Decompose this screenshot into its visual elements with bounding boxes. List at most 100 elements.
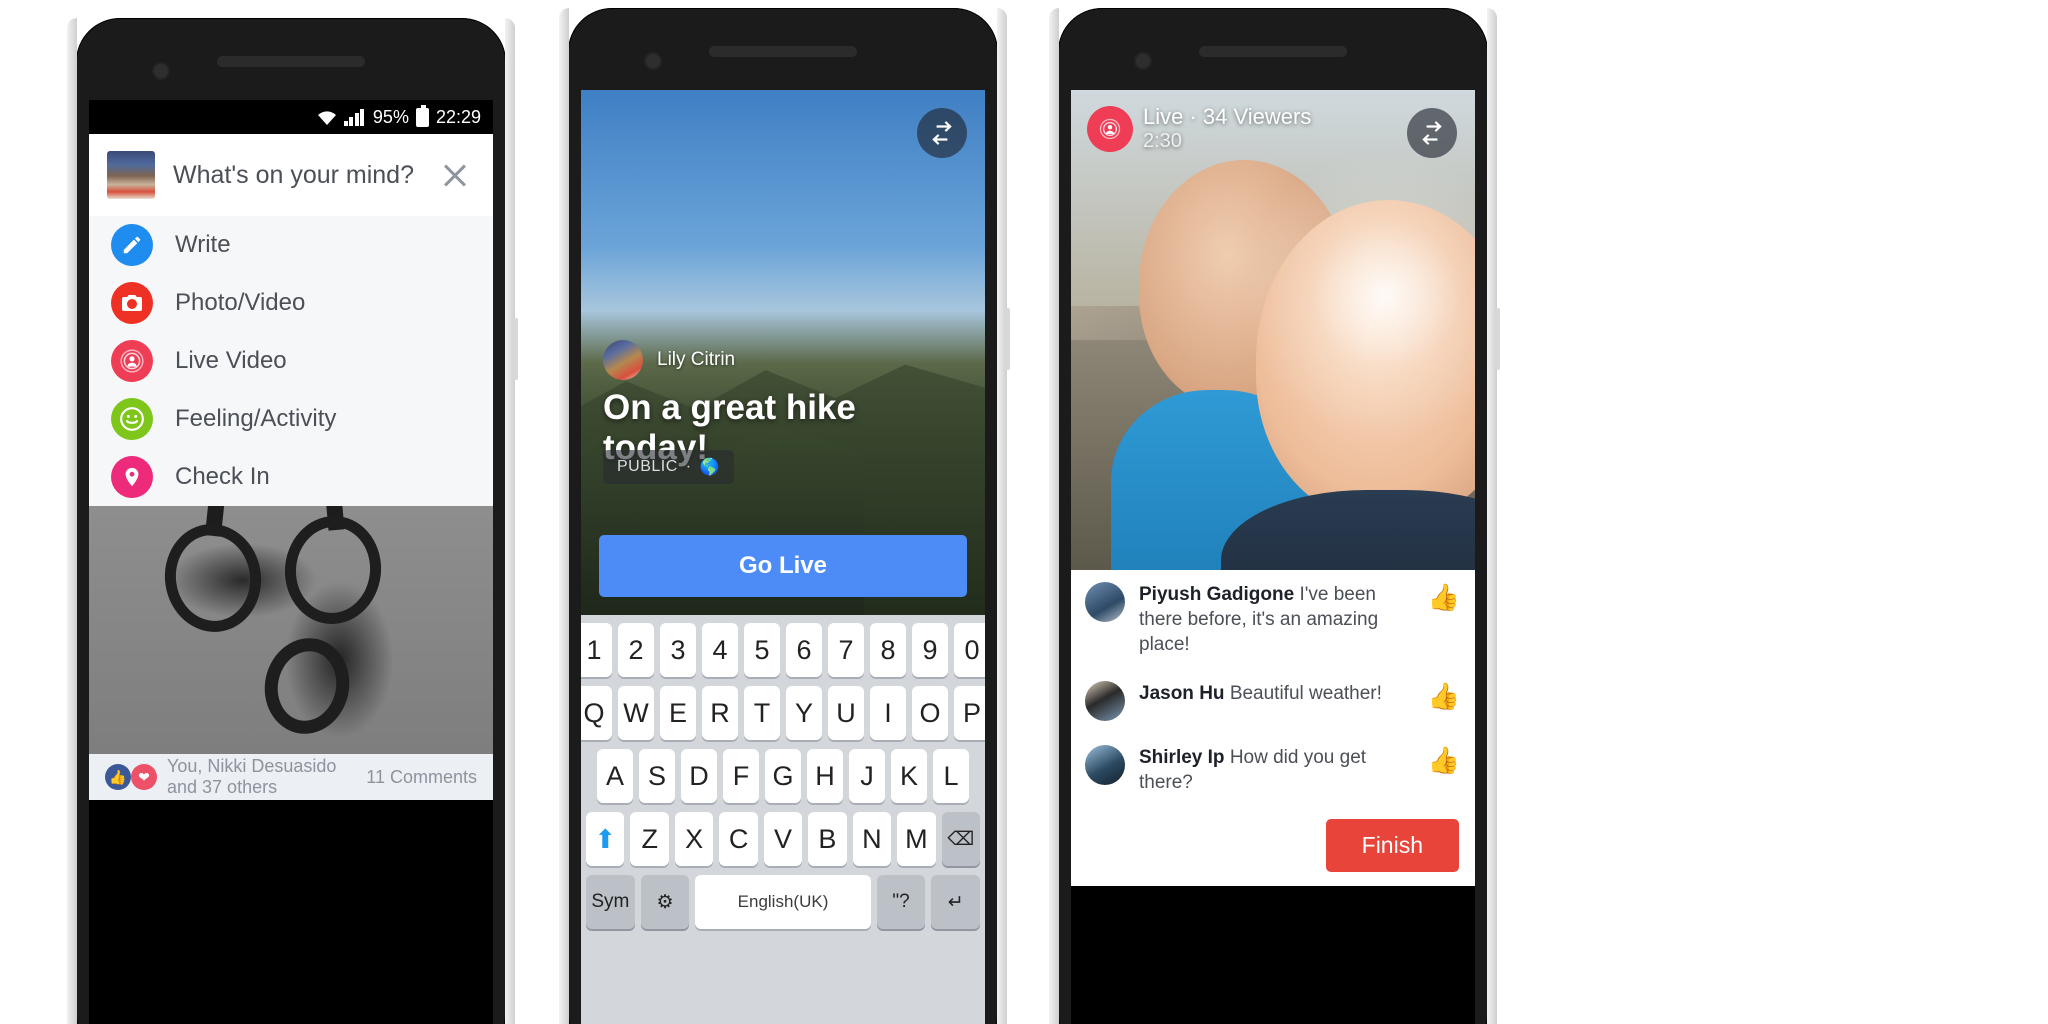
key[interactable]: 7 — [828, 623, 864, 677]
menu-item-check-in[interactable]: Check In — [89, 448, 493, 506]
menu-item-feeling-activity[interactable]: Feeling/Activity — [89, 390, 493, 448]
key[interactable]: H — [807, 749, 843, 803]
composer-menu: Write Photo/Video Live Video Feeling/Act… — [89, 216, 493, 506]
live-broadcast-video: Live · 34 Viewers 2:30 — [1071, 90, 1475, 570]
menu-item-photo-video[interactable]: Photo/Video — [89, 274, 493, 332]
key[interactable]: S — [639, 749, 675, 803]
key[interactable]: W — [618, 686, 654, 740]
comment-row[interactable]: Piyush Gadigone I've been there before, … — [1071, 570, 1475, 669]
phone-1-power-button[interactable] — [513, 318, 518, 380]
phone-3-left-edge — [1049, 8, 1059, 1024]
key[interactable]: I — [870, 686, 906, 740]
avatar — [1085, 582, 1125, 622]
punctuation-key[interactable]: "? — [876, 875, 926, 929]
key[interactable]: 3 — [660, 623, 696, 677]
key[interactable]: B — [808, 812, 847, 866]
phone-1-earpiece — [217, 56, 365, 67]
key[interactable]: Y — [786, 686, 822, 740]
key[interactable]: D — [681, 749, 717, 803]
key[interactable]: U — [828, 686, 864, 740]
comment-count[interactable]: 11 Comments — [366, 767, 477, 788]
key[interactable]: 5 — [744, 623, 780, 677]
comment-author[interactable]: Shirley Ip — [1139, 747, 1225, 768]
menu-item-label: Check In — [175, 463, 270, 490]
comment-body: Piyush Gadigone I've been there before, … — [1139, 582, 1413, 657]
comment-author[interactable]: Jason Hu — [1139, 683, 1225, 704]
comment-row[interactable]: Jason Hu Beautiful weather! 👍 — [1071, 669, 1475, 733]
key[interactable]: Q — [581, 686, 612, 740]
key[interactable]: 1 — [581, 623, 612, 677]
key[interactable]: X — [674, 812, 714, 866]
key[interactable]: E — [660, 686, 696, 740]
thumbs-up-icon[interactable]: 👍 — [1427, 582, 1461, 613]
key[interactable]: J — [849, 749, 885, 803]
screenshot-stage: 95% 22:29 What's on your mind? Write Pho… — [0, 0, 2048, 1024]
reaction-summary[interactable]: You, Nikki Desuasido and 37 others — [167, 756, 356, 798]
finish-bar: Finish — [1071, 807, 1475, 887]
key[interactable]: K — [891, 749, 927, 803]
backspace-icon[interactable]: ⌫ — [941, 812, 980, 866]
phone-2-power-button[interactable] — [1005, 308, 1010, 370]
menu-item-write[interactable]: Write — [89, 216, 493, 274]
key[interactable]: 6 — [786, 623, 822, 677]
key[interactable]: N — [852, 812, 892, 866]
key[interactable]: P — [954, 686, 985, 740]
composer-header[interactable]: What's on your mind? — [89, 134, 493, 216]
key[interactable]: 0 — [954, 623, 985, 677]
key[interactable]: R — [702, 686, 738, 740]
keyboard-row-space: Sym ⚙ English(UK) "? ↵ — [586, 875, 981, 929]
camera-icon — [111, 282, 153, 324]
key[interactable]: F — [723, 749, 759, 803]
phone-1: 95% 22:29 What's on your mind? Write Pho… — [67, 18, 518, 1024]
flip-camera-icon[interactable] — [917, 108, 967, 158]
comment-body: Shirley Ip How did you get there? — [1139, 745, 1413, 795]
key[interactable]: A — [597, 749, 633, 803]
android-nav-bar: ◀ ● ■ — [1071, 1018, 1475, 1024]
phone-2-screen: Lily Citrin On a great hike today! PUBLI… — [581, 90, 985, 1024]
pencil-icon — [111, 224, 153, 266]
key[interactable]: 4 — [702, 623, 738, 677]
key[interactable]: G — [765, 749, 801, 803]
space-key[interactable]: English(UK) — [695, 875, 871, 929]
phone-1-front-camera-icon — [154, 64, 168, 78]
key[interactable]: T — [744, 686, 780, 740]
privacy-selector[interactable]: PUBLIC · 🌎 — [603, 450, 735, 484]
thumbs-up-outline-icon[interactable]: 👍 — [1427, 745, 1461, 776]
keyboard: 1 2 3 4 5 6 7 8 9 0 Q W E R T Y U I O P … — [581, 615, 985, 1024]
key[interactable]: 9 — [912, 623, 948, 677]
comment-author[interactable]: Piyush Gadigone — [1139, 584, 1294, 605]
phone-2-right-edge — [997, 8, 1007, 1024]
live-timer: 2:30 — [1143, 129, 1182, 152]
finish-button[interactable]: Finish — [1325, 819, 1459, 873]
flip-camera-icon[interactable] — [1407, 108, 1457, 158]
key[interactable]: C — [719, 812, 758, 866]
key[interactable]: V — [763, 812, 803, 866]
status-bar: 95% 22:29 — [89, 100, 493, 134]
close-icon[interactable] — [435, 155, 475, 195]
menu-item-label: Feeling/Activity — [175, 405, 337, 432]
key[interactable]: O — [912, 686, 948, 740]
key[interactable]: 2 — [618, 623, 654, 677]
phone-3-power-button[interactable] — [1495, 308, 1500, 370]
signal-icon — [343, 108, 366, 126]
enter-icon[interactable]: ↵ — [931, 875, 981, 929]
key[interactable]: Z — [630, 812, 669, 866]
menu-item-live-video[interactable]: Live Video — [89, 332, 493, 390]
key[interactable]: L — [933, 749, 969, 803]
comment-row[interactable]: Shirley Ip How did you get there? 👍 — [1071, 733, 1475, 807]
key[interactable]: 8 — [870, 623, 906, 677]
live-icon — [1087, 105, 1133, 152]
thumbs-up-outline-icon[interactable]: 👍 — [1427, 681, 1461, 712]
key[interactable]: M — [897, 812, 936, 866]
go-live-button[interactable]: Go Live — [599, 535, 967, 597]
live-status-badge: Live · 34 Viewers 2:30 — [1087, 104, 1311, 154]
shift-up-icon[interactable]: ⬆ — [586, 812, 625, 866]
composer-placeholder[interactable]: What's on your mind? — [173, 161, 417, 190]
decoration — [279, 511, 387, 629]
sym-key[interactable]: Sym — [586, 875, 635, 929]
post-author: Lily Citrin — [603, 340, 735, 380]
phone-3-front-camera-icon — [1136, 54, 1150, 68]
gear-icon[interactable]: ⚙ — [640, 875, 690, 929]
live-viewers: Live · 34 Viewers 2:30 — [1143, 104, 1311, 154]
phone-1-left-edge — [67, 18, 77, 1024]
